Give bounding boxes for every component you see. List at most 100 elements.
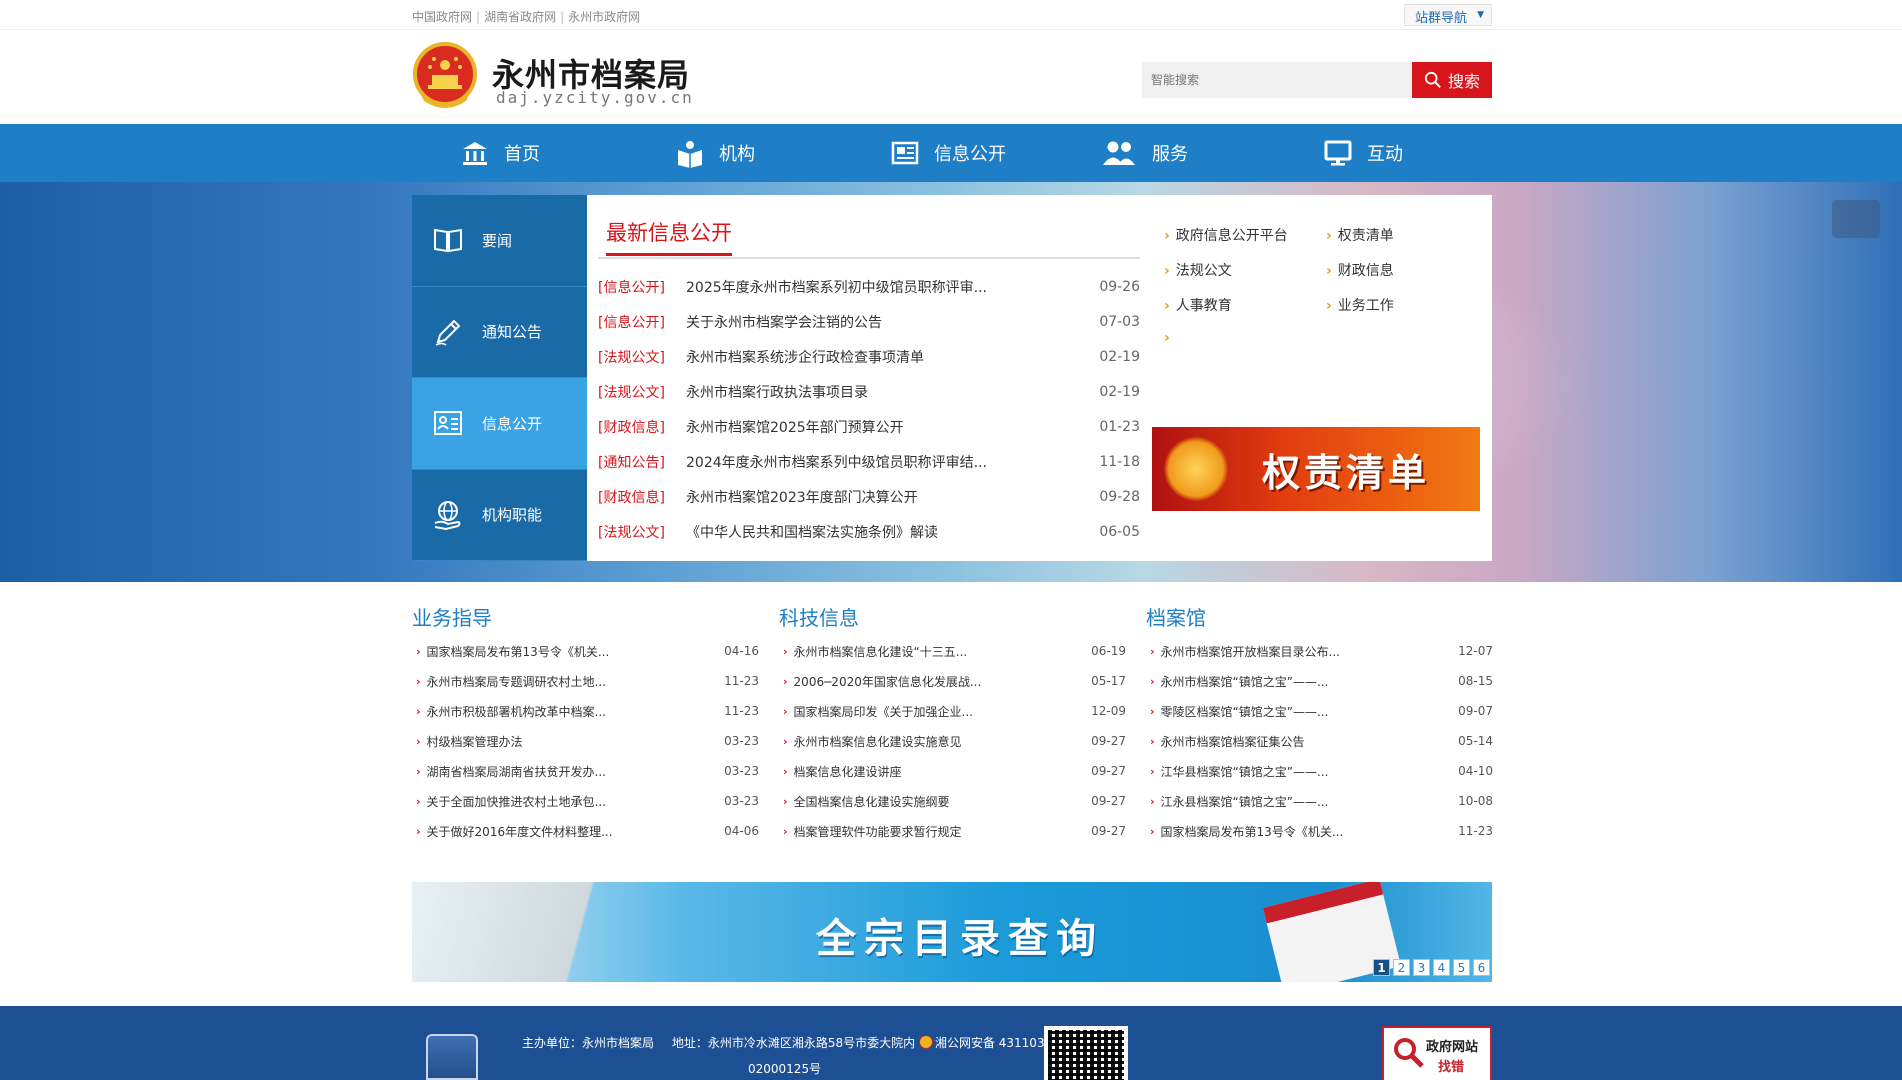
list-item-title[interactable]: 永州市档案信息化建设实施意见 [794,733,1086,750]
news-item-title[interactable]: 永州市档案系统涉企行政检查事项清单 [686,347,1090,367]
top-link-gov[interactable]: 中国政府网 [412,10,472,24]
pager-dot[interactable]: 5 [1453,959,1470,976]
nav-item-service[interactable]: 服务 [1100,124,1188,182]
list-item-title[interactable]: 永州市档案馆开放档案目录公布... [1161,643,1453,660]
news-item-title[interactable]: 《中华人民共和国档案法实施条例》解读 [686,522,1090,542]
float-toggle-button[interactable] [1832,200,1880,238]
list-item[interactable]: › 关于全面加快推进农村土地承包... 03-23 [412,786,759,816]
list-item[interactable]: › 永州市档案信息化建设实施意见 09-27 [779,726,1126,756]
top-link-hunan[interactable]: 湖南省政府网 [484,10,556,24]
public-institution-logo[interactable] [426,1034,478,1080]
list-item-title[interactable]: 永州市档案局专题调研农村土地... [427,673,719,690]
news-item-tag[interactable]: [信息公开] [598,312,686,332]
quick-link-power-list[interactable]: › 权责清单 [1326,225,1394,245]
news-item[interactable]: [信息公开] 关于永州市档案学会注销的公告 07-03 [598,304,1140,339]
tab-news[interactable]: 要闻 [412,195,587,287]
list-item[interactable]: › 国家档案局发布第13号令《机关... 11-23 [1146,816,1493,846]
list-item-title[interactable]: 零陵区档案馆“镇馆之宝”——... [1161,703,1453,720]
list-item[interactable]: › 江华县档案馆“镇馆之宝”——... 04-10 [1146,756,1493,786]
list-item-title[interactable]: 村级档案管理办法 [427,733,719,750]
news-item-title[interactable]: 永州市档案馆2023年度部门决算公开 [686,487,1090,507]
news-item-tag[interactable]: [法规公文] [598,347,686,367]
list-item-title[interactable]: 湖南省档案局湖南省扶贫开发办... [427,763,719,780]
list-item[interactable]: › 档案信息化建设讲座 09-27 [779,756,1126,786]
news-title[interactable]: 最新信息公开 [606,217,732,256]
column-title[interactable]: 科技信息 [779,602,1126,632]
news-item[interactable]: [通知公告] 2024年度永州市档案系列中级馆员职称评审结... 11-18 [598,444,1140,479]
list-item-title[interactable]: 关于全面加快推进农村土地承包... [427,793,719,810]
list-item-title[interactable]: 永州市档案信息化建设“十三五... [794,643,1086,660]
list-item-title[interactable]: 国家档案局印发《关于加强企业... [794,703,1086,720]
list-item[interactable]: › 全国档案信息化建设实施纲要 09-27 [779,786,1126,816]
news-item-tag[interactable]: [信息公开] [598,277,686,297]
news-item-tag[interactable]: [通知公告] [598,452,686,472]
news-item-tag[interactable]: [法规公文] [598,382,686,402]
news-item[interactable]: [财政信息] 永州市档案馆2025年部门预算公开 01-23 [598,409,1140,444]
list-item-title[interactable]: 永州市档案馆“镇馆之宝”——... [1161,673,1453,690]
news-item-title[interactable]: 2024年度永州市档案系列中级馆员职称评审结... [686,452,1090,472]
list-item-title[interactable]: 江华县档案馆“镇馆之宝”——... [1161,763,1453,780]
power-list-banner[interactable]: 权责清单 [1152,427,1480,511]
list-item[interactable]: › 永州市档案馆“镇馆之宝”——... 08-15 [1146,666,1493,696]
list-item-title[interactable]: 国家档案局发布第13号令《机关... [427,643,719,660]
quick-link-hr-education[interactable]: › 人事教育 [1164,295,1232,315]
list-item[interactable]: › 零陵区档案馆“镇馆之宝”——... 09-07 [1146,696,1493,726]
news-item-tag[interactable]: [财政信息] [598,487,686,507]
list-item[interactable]: › 永州市档案局专题调研农村土地... 11-23 [412,666,759,696]
list-item-title[interactable]: 关于做好2016年度文件材料整理... [427,823,719,840]
list-item-title[interactable]: 永州市档案馆档案征集公告 [1161,733,1453,750]
list-item-title[interactable]: 国家档案局发布第13号令《机关... [1161,823,1453,840]
list-item-title[interactable]: 永州市积极部署机构改革中档案... [427,703,719,720]
pager-dot[interactable]: 2 [1393,959,1410,976]
list-item-title[interactable]: 档案信息化建设讲座 [794,763,1086,780]
news-item[interactable]: [法规公文] 永州市档案系统涉企行政检查事项清单 02-19 [598,339,1140,374]
list-item[interactable]: › 永州市档案信息化建设“十三五... 06-19 [779,636,1126,666]
list-item[interactable]: › 村级档案管理办法 03-23 [412,726,759,756]
catalog-query-banner[interactable]: 全宗目录查询 123456 [412,882,1492,982]
tab-notices[interactable]: 通知公告 [412,286,587,378]
top-link-yongzhou[interactable]: 永州市政府网 [568,10,640,24]
pager-dot[interactable]: 3 [1413,959,1430,976]
list-item[interactable]: › 湖南省档案局湖南省扶贫开发办... 03-23 [412,756,759,786]
list-item[interactable]: › 永州市档案馆开放档案目录公布... 12-07 [1146,636,1493,666]
quick-link-regulations[interactable]: › 法规公文 [1164,260,1232,280]
column-title[interactable]: 档案馆 [1146,602,1493,632]
pager-dot[interactable]: 6 [1473,959,1490,976]
quick-link-empty[interactable]: › [1164,330,1176,346]
news-item[interactable]: [财政信息] 永州市档案馆2023年度部门决算公开 09-28 [598,479,1140,514]
list-item-title[interactable]: 江永县档案馆“镇馆之宝”——... [1161,793,1453,810]
list-item[interactable]: › 档案管理软件功能要求暂行规定 09-27 [779,816,1126,846]
nav-item-interact[interactable]: 互动 [1323,124,1403,182]
tab-info-public[interactable]: 信息公开 [412,378,587,470]
news-item-title[interactable]: 永州市档案馆2025年部门预算公开 [686,417,1090,437]
quick-link-finance[interactable]: › 财政信息 [1326,260,1394,280]
news-item-tag[interactable]: [法规公文] [598,522,686,542]
gov-site-error-report[interactable]: 政府网站 找错 [1382,1026,1492,1080]
list-item[interactable]: › 国家档案局印发《关于加强企业... 12-09 [779,696,1126,726]
list-item[interactable]: › 2006─2020年国家信息化发展战... 05-17 [779,666,1126,696]
news-item[interactable]: [法规公文] 永州市档案行政执法事项目录 02-19 [598,374,1140,409]
list-item-title[interactable]: 档案管理软件功能要求暂行规定 [794,823,1086,840]
list-item[interactable]: › 关于做好2016年度文件材料整理... 04-06 [412,816,759,846]
nav-item-info[interactable]: 信息公开 [890,124,1006,182]
list-item-title[interactable]: 全国档案信息化建设实施纲要 [794,793,1086,810]
search-button[interactable]: 搜索 [1412,62,1492,98]
site-nav-dropdown[interactable]: 站群导航 ▼ [1404,4,1492,26]
list-item[interactable]: › 永州市档案馆档案征集公告 05-14 [1146,726,1493,756]
nav-item-org[interactable]: 机构 [675,124,755,182]
list-item[interactable]: › 江永县档案馆“镇馆之宝”——... 10-08 [1146,786,1493,816]
tab-org-function[interactable]: 机构职能 [412,469,587,561]
news-item-title[interactable]: 永州市档案行政执法事项目录 [686,382,1090,402]
news-item[interactable]: [信息公开] 2025年度永州市档案系列初中级馆员职称评审... 09-26 [598,269,1140,304]
news-item[interactable]: [法规公文] 《中华人民共和国档案法实施条例》解读 06-05 [598,514,1140,549]
quick-link-business[interactable]: › 业务工作 [1326,295,1394,315]
news-item-title[interactable]: 2025年度永州市档案系列初中级馆员职称评审... [686,277,1090,297]
column-title[interactable]: 业务指导 [412,602,759,632]
footer-police-record[interactable]: 湘公网安备 431103 [935,1036,1045,1050]
list-item[interactable]: › 国家档案局发布第13号令《机关... 04-16 [412,636,759,666]
list-item[interactable]: › 永州市积极部署机构改革中档案... 11-23 [412,696,759,726]
quick-link-gov-info-platform[interactable]: › 政府信息公开平台 [1164,225,1288,245]
pager-dot[interactable]: 4 [1433,959,1450,976]
search-input[interactable] [1142,62,1412,98]
news-item-tag[interactable]: [财政信息] [598,417,686,437]
